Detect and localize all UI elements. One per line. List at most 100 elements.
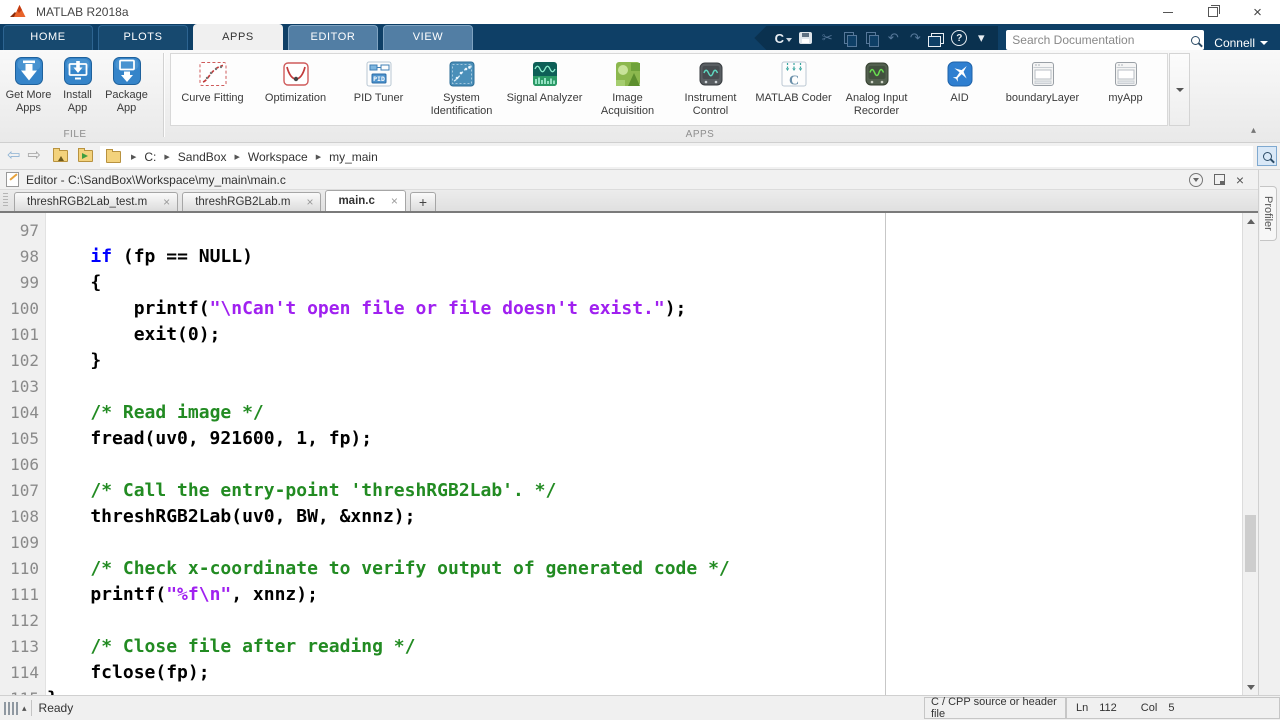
close-editor-icon[interactable]: × bbox=[1236, 173, 1244, 187]
line-number: 114 bbox=[0, 660, 45, 686]
generic-app-icon bbox=[1028, 59, 1058, 89]
app-myapp[interactable]: myApp bbox=[1084, 54, 1167, 125]
statusbar-divider bbox=[31, 700, 32, 716]
editor-scrollbar[interactable] bbox=[1242, 213, 1258, 695]
search-folder-button[interactable] bbox=[1257, 146, 1277, 166]
editor-tab-main-c[interactable]: main.c× bbox=[325, 190, 405, 211]
breadcrumb-item-my-main[interactable]: my_main bbox=[329, 150, 378, 164]
cut-icon[interactable]: ✂ bbox=[816, 28, 838, 48]
shortcut-c-icon[interactable]: C bbox=[772, 28, 794, 48]
editor-tab-threshrgb2lab-m[interactable]: threshRGB2Lab.m× bbox=[182, 192, 321, 211]
breadcrumb-separator-icon: ▶ bbox=[131, 153, 136, 161]
app-optimization[interactable]: Optimization bbox=[254, 54, 337, 125]
app-system-identification[interactable]: System Identification bbox=[420, 54, 503, 125]
restore-button[interactable] bbox=[1190, 0, 1235, 24]
search-icon[interactable] bbox=[1191, 36, 1200, 45]
app-instrument-control[interactable]: Instrument Control bbox=[669, 54, 752, 125]
close-tab-icon[interactable]: × bbox=[306, 195, 313, 209]
image-acquisition-icon bbox=[613, 59, 643, 89]
app-image-acquisition[interactable]: Image Acquisition bbox=[586, 54, 669, 125]
toolstrip-tab-list: HOMEPLOTSAPPSEDITORVIEW bbox=[0, 24, 478, 50]
line-label: Ln bbox=[1076, 702, 1088, 714]
close-tab-icon[interactable]: × bbox=[391, 194, 398, 208]
app-button-label: PID Tuner bbox=[354, 92, 404, 105]
browse-folder-icon[interactable] bbox=[78, 150, 93, 162]
new-tab-button[interactable]: + bbox=[410, 192, 436, 211]
editor-actions-menu-icon[interactable] bbox=[1189, 173, 1203, 187]
back-arrow-icon[interactable]: ⇦ bbox=[7, 148, 20, 164]
optimization-icon bbox=[281, 59, 311, 89]
profiler-tab[interactable]: Profiler bbox=[1260, 186, 1277, 241]
undock-icon[interactable] bbox=[1214, 174, 1225, 185]
undo-icon[interactable]: ↶ bbox=[882, 28, 904, 48]
toolstrip-tab-apps[interactable]: APPS bbox=[193, 24, 283, 50]
app-boundarylayer[interactable]: boundaryLayer bbox=[1001, 54, 1084, 125]
code-area[interactable]: 9798 if (fp == NULL)99 {100 printf("\nCa… bbox=[0, 218, 1242, 695]
close-icon: × bbox=[1253, 5, 1262, 20]
window-title: MATLAB R2018a bbox=[36, 5, 129, 19]
breadcrumb-item-c[interactable]: C: bbox=[144, 150, 156, 164]
app-signal-analyzer[interactable]: Signal Analyzer bbox=[503, 54, 586, 125]
matlab-coder-icon: C bbox=[779, 59, 809, 89]
search-documentation-input[interactable] bbox=[1010, 32, 1191, 48]
toolstrip-tab-home[interactable]: HOME bbox=[3, 25, 93, 50]
code-line: 114 fclose(fp); bbox=[0, 660, 1242, 686]
collapse-ribbon-button[interactable]: ▴ bbox=[1251, 125, 1256, 136]
app-aid[interactable]: AID bbox=[918, 54, 1001, 125]
toolstrip-tab-editor[interactable]: EDITOR bbox=[288, 25, 378, 50]
redo-icon[interactable]: ↷ bbox=[904, 28, 926, 48]
code-line: 99 { bbox=[0, 270, 1242, 296]
install-app-button[interactable]: Install App bbox=[53, 54, 102, 115]
app-pid-tuner[interactable]: PIDPID Tuner bbox=[337, 54, 420, 125]
app-button-label: Analog Input Recorder bbox=[835, 92, 918, 118]
status-message: Ready bbox=[39, 701, 74, 715]
breadcrumb-item-sandbox[interactable]: SandBox bbox=[178, 150, 227, 164]
document-pencil-icon bbox=[6, 172, 19, 187]
statusbar-expand-icon[interactable]: ▴ bbox=[22, 703, 27, 714]
breadcrumb-item-workspace[interactable]: Workspace bbox=[248, 150, 308, 164]
save-icon[interactable] bbox=[794, 28, 816, 48]
tabbar-grip[interactable] bbox=[3, 193, 8, 208]
line-number: 107 bbox=[0, 478, 45, 504]
minimize-button[interactable] bbox=[1145, 0, 1190, 24]
toolbar-options-icon[interactable]: ▾ bbox=[970, 28, 992, 48]
gallery-dropdown-button[interactable] bbox=[1169, 53, 1190, 126]
line-number: 101 bbox=[0, 322, 45, 348]
copy-icon[interactable] bbox=[838, 28, 860, 48]
help-icon[interactable]: ? bbox=[948, 28, 970, 48]
close-button[interactable]: × bbox=[1235, 0, 1280, 24]
apps-gallery: Curve FittingOptimizationPIDPID TunerSys… bbox=[170, 53, 1168, 126]
line-number: 105 bbox=[0, 426, 45, 452]
forward-arrow-icon[interactable]: ⇨ bbox=[27, 148, 40, 164]
line-number: 103 bbox=[0, 374, 45, 400]
scroll-up-button[interactable] bbox=[1243, 213, 1258, 229]
app-button-label: myApp bbox=[1108, 92, 1142, 105]
scroll-down-arrow-icon bbox=[1247, 685, 1255, 694]
current-folder-icon[interactable] bbox=[106, 151, 121, 163]
editor-tab-label: threshRGB2Lab_test.m bbox=[27, 196, 147, 208]
user-menu-button[interactable]: Connell bbox=[1214, 36, 1268, 50]
app-matlab-coder[interactable]: CMATLAB Coder bbox=[752, 54, 835, 125]
app-analog-input-recorder[interactable]: Analog Input Recorder bbox=[835, 54, 918, 125]
scrollbar-thumb[interactable] bbox=[1245, 515, 1256, 572]
code-text bbox=[45, 218, 47, 244]
doc-search bbox=[1006, 30, 1204, 50]
toolstrip-tab-view[interactable]: VIEW bbox=[383, 25, 473, 50]
switch-windows-icon[interactable] bbox=[926, 28, 948, 48]
close-tab-icon[interactable]: × bbox=[163, 195, 170, 209]
address-bar: ⇦ ⇨ ▶C:▶SandBox▶Workspace▶my_main bbox=[0, 143, 1280, 170]
code-text: fclose(fp); bbox=[45, 660, 210, 686]
toolstrip-tab-plots[interactable]: PLOTS bbox=[98, 25, 188, 50]
paste-icon[interactable] bbox=[860, 28, 882, 48]
editor-tab-threshrgb2lab-test-m[interactable]: threshRGB2Lab_test.m × bbox=[14, 192, 178, 211]
curve-fitting-icon bbox=[198, 59, 228, 89]
statusbar-grip-icon[interactable] bbox=[4, 702, 19, 715]
scroll-down-button[interactable] bbox=[1243, 679, 1258, 695]
package-app-button[interactable]: Package App bbox=[102, 54, 151, 115]
up-one-level-icon[interactable] bbox=[53, 150, 68, 162]
file-type-indicator: C / CPP source or header file bbox=[924, 697, 1066, 719]
line-number: 112 bbox=[0, 608, 45, 634]
code-text: if (fp == NULL) bbox=[45, 244, 253, 270]
get-more-apps-button[interactable]: Get More Apps bbox=[4, 54, 53, 115]
app-curve-fitting[interactable]: Curve Fitting bbox=[171, 54, 254, 125]
